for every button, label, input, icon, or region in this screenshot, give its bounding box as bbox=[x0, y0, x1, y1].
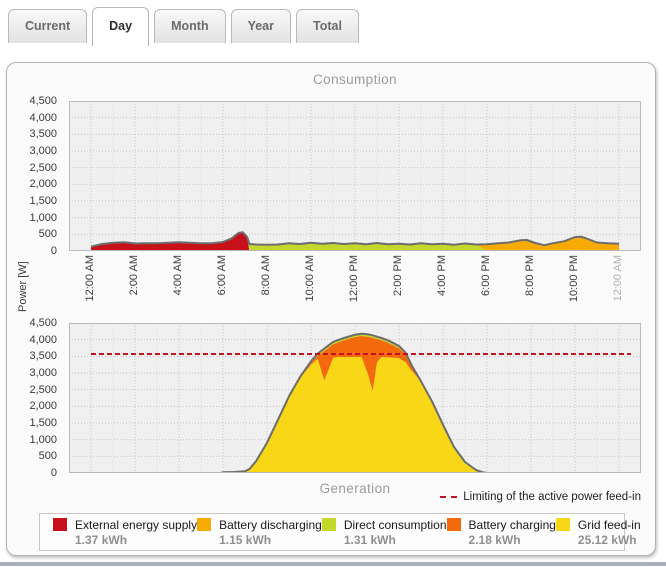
legend-label: Grid feed-in bbox=[578, 518, 641, 532]
consumption-chart-title: Consumption bbox=[69, 72, 641, 87]
legend-item-battery-charging: Battery charging 2.18 kWh bbox=[447, 518, 556, 547]
legend-label: Direct consumption bbox=[344, 518, 447, 532]
x-axis-ticks: 12:00 AM 2:00 AM 4:00 AM 6:00 AM 8:00 AM 10:0… bbox=[69, 252, 647, 314]
x-tick-label: 4:00 PM bbox=[436, 255, 449, 296]
legend-label: Battery charging bbox=[469, 518, 556, 532]
x-tick-label: 12:00 AM bbox=[612, 255, 625, 301]
legend-value: 1.15 kWh bbox=[219, 533, 322, 547]
y-tick-label: 2,500 bbox=[29, 384, 57, 396]
legend-item-battery-discharging: Battery discharging 1.15 kWh bbox=[197, 518, 322, 547]
consumption-chart bbox=[69, 101, 641, 251]
legend-label: Battery discharging bbox=[219, 518, 322, 532]
battery-charging-swatch-icon bbox=[447, 518, 461, 531]
generation-chart bbox=[69, 323, 641, 473]
generation-y-axis-ticks: 05001,0001,5002,0002,5003,0003,5004,0004… bbox=[17, 323, 63, 473]
legend-item-direct-consumption: Direct consumption 1.31 kWh bbox=[322, 518, 447, 547]
external-supply-swatch-icon bbox=[53, 518, 67, 531]
y-tick-label: 3,500 bbox=[29, 350, 57, 362]
x-tick-label: 6:00 AM bbox=[216, 255, 229, 295]
y-tick-label: 1,500 bbox=[29, 417, 57, 429]
legend-value: 1.31 kWh bbox=[344, 533, 447, 547]
view-tabbar: Current Day Month Year Total bbox=[8, 3, 359, 43]
legend-value: 2.18 kWh bbox=[469, 533, 556, 547]
y-tick-label: 4,500 bbox=[29, 317, 57, 329]
y-tick-label: 2,000 bbox=[29, 178, 57, 190]
y-tick-label: 1,000 bbox=[29, 212, 57, 224]
x-tick-label: 12:00 PM bbox=[348, 255, 361, 302]
tab-month[interactable]: Month bbox=[154, 9, 225, 43]
limit-dash-icon bbox=[440, 496, 457, 498]
tab-current[interactable]: Current bbox=[8, 9, 87, 43]
y-tick-label: 4,000 bbox=[29, 334, 57, 346]
grid-feed-in-swatch-icon bbox=[556, 518, 570, 531]
x-tick-label: 10:00 AM bbox=[304, 255, 317, 301]
limit-legend: Limiting of the active power feed-in bbox=[440, 491, 641, 503]
x-tick-label: 4:00 AM bbox=[172, 255, 185, 295]
x-tick-label: 8:00 AM bbox=[260, 255, 273, 295]
x-tick-label: 12:00 AM bbox=[84, 255, 97, 301]
y-tick-label: 1,000 bbox=[29, 434, 57, 446]
legend-item-external-supply: External energy supply 1.37 kWh bbox=[53, 518, 197, 547]
energy-legend: External energy supply 1.37 kWh Battery … bbox=[39, 513, 625, 551]
y-tick-label: 3,000 bbox=[29, 367, 57, 379]
y-tick-label: 1,500 bbox=[29, 195, 57, 207]
day-charts-panel: Consumption 0 500 1,000 1,500 2,000 2,500 3,00… bbox=[6, 62, 656, 556]
page-divider bbox=[0, 562, 666, 566]
tab-year[interactable]: Year bbox=[231, 9, 291, 43]
y-tick-label: 4,500 bbox=[29, 95, 57, 107]
direct-consumption-swatch-icon bbox=[322, 518, 336, 531]
y-tick-label: 2,500 bbox=[29, 162, 57, 174]
y-tick-label: 2,000 bbox=[29, 400, 57, 412]
y-tick-label: 0 bbox=[51, 245, 57, 257]
legend-label: External energy supply bbox=[75, 518, 197, 532]
battery-discharging-swatch-icon bbox=[197, 518, 211, 531]
y-tick-label: 4,000 bbox=[29, 112, 57, 124]
legend-value: 1.37 kWh bbox=[75, 533, 197, 547]
x-tick-label: 10:00 PM bbox=[568, 255, 581, 302]
y-tick-label: 3,000 bbox=[29, 145, 57, 157]
y-tick-label: 0 bbox=[51, 467, 57, 479]
y-tick-label: 3,500 bbox=[29, 128, 57, 140]
x-tick-label: 2:00 PM bbox=[392, 255, 405, 296]
y-tick-label: 500 bbox=[39, 450, 57, 462]
legend-value: 25.12 kWh bbox=[578, 533, 641, 547]
energy-portal-screen: Current Day Month Year Total Consumption… bbox=[0, 0, 666, 567]
x-tick-label: 8:00 PM bbox=[524, 255, 537, 296]
consumption-y-axis-ticks: 05001,0001,5002,0002,5003,0003,5004,0004… bbox=[17, 101, 63, 251]
tab-day[interactable]: Day bbox=[92, 7, 149, 46]
y-axis-label: Power [W] bbox=[17, 261, 29, 312]
legend-item-grid-feed-in: Grid feed-in 25.12 kWh bbox=[556, 518, 641, 547]
tab-total[interactable]: Total bbox=[296, 9, 359, 43]
y-tick-label: 500 bbox=[39, 228, 57, 240]
x-tick-label: 6:00 PM bbox=[480, 255, 493, 296]
limit-legend-label: Limiting of the active power feed-in bbox=[463, 491, 641, 503]
x-tick-label: 2:00 AM bbox=[128, 255, 141, 295]
